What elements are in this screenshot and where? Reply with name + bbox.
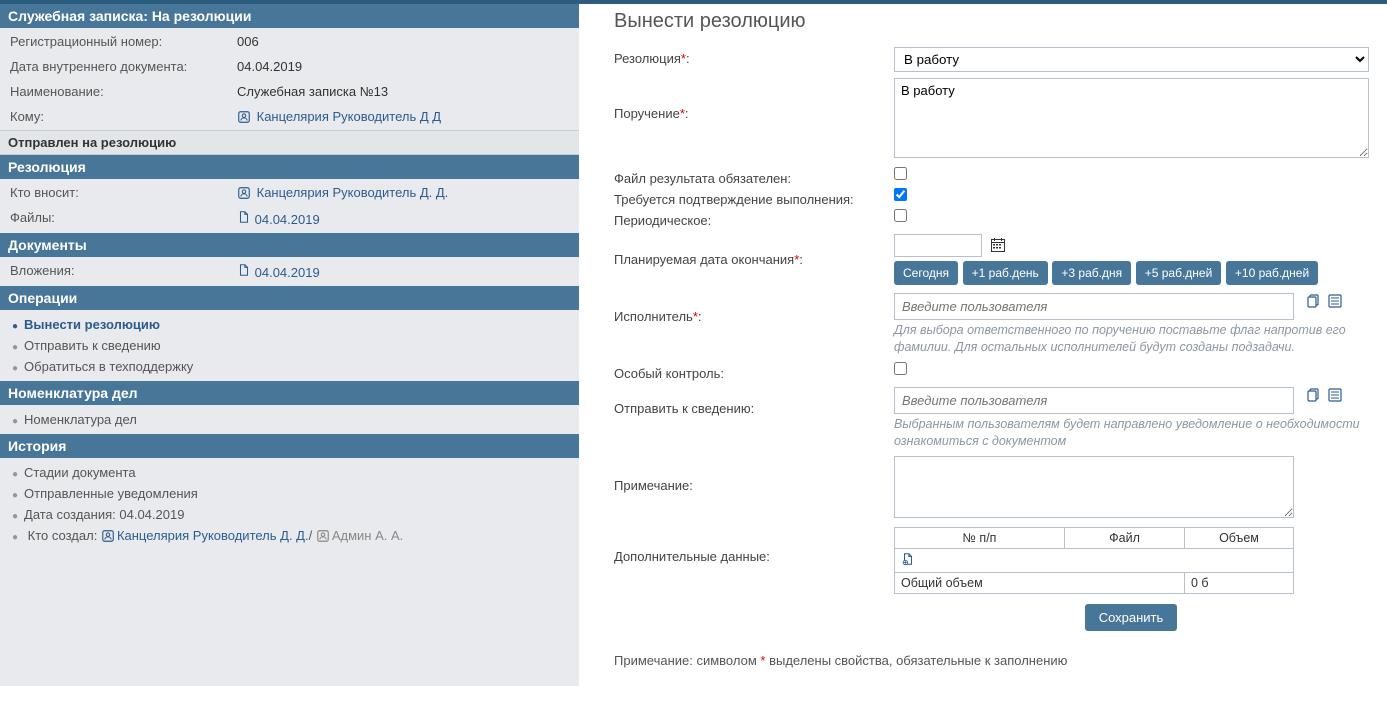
- footnote: Примечание: символом * выделены свойства…: [614, 653, 1369, 668]
- resolution-label: Резолюция: [614, 51, 681, 66]
- history-stages[interactable]: Стадии документа: [0, 462, 579, 483]
- user-icon: [237, 186, 251, 200]
- date-btn-plus5[interactable]: +5 раб.дней: [1136, 261, 1222, 285]
- doc-info-table: Регистрационный номер:006 Дата внутренне…: [0, 28, 579, 130]
- file-required-label: Файл результата обязателен:: [614, 167, 894, 186]
- created-by-link-2[interactable]: Админ А. А.: [312, 528, 403, 543]
- executor-hint: Для выбора ответственного по поручению п…: [894, 322, 1369, 356]
- list-icon[interactable]: [1327, 297, 1343, 312]
- operations-header: Операции: [0, 286, 579, 310]
- user-icon: [316, 529, 330, 543]
- nomenclature-header: Номенклатура дел: [0, 381, 579, 405]
- file-icon: [237, 265, 251, 280]
- calendar-icon[interactable]: [990, 237, 1006, 256]
- history-header: История: [0, 434, 579, 458]
- date-btn-plus3[interactable]: +3 раб.дня: [1052, 261, 1131, 285]
- history-created-by: Кто создал: Канцелярия Руководитель Д. Д…: [0, 525, 579, 546]
- reg-num: 006: [229, 30, 577, 53]
- doc-date-label: Дата внутреннего документа:: [2, 55, 227, 78]
- copy-icon[interactable]: [1306, 297, 1322, 312]
- doc-date: 04.04.2019: [229, 55, 577, 78]
- doc-header: Служебная записка: На резолюции: [0, 4, 579, 28]
- add-total-label: Общий объем: [895, 572, 1185, 593]
- send-info-input[interactable]: [894, 387, 1294, 414]
- additional-label: Дополнительные данные:: [614, 527, 894, 564]
- history-created-date: Дата создания: 04.04.2019: [0, 504, 579, 525]
- executor-input[interactable]: [894, 293, 1294, 320]
- file-required-checkbox[interactable]: [894, 167, 907, 180]
- note-textarea[interactable]: [894, 456, 1294, 518]
- created-by-link-1[interactable]: Канцелярия Руководитель Д. Д.: [101, 528, 309, 543]
- additional-table: № п/п Файл Объем Общий объем 0 б: [894, 527, 1294, 594]
- reg-num-label: Регистрационный номер:: [2, 30, 227, 53]
- assignment-textarea[interactable]: В работу: [894, 78, 1369, 158]
- save-button[interactable]: Сохранить: [1085, 604, 1178, 631]
- who-link[interactable]: Канцелярия Руководитель Д. Д.: [237, 185, 448, 200]
- nomenclature-item[interactable]: Номенклатура дел: [0, 409, 579, 430]
- documents-header: Документы: [0, 233, 579, 257]
- op-resolve[interactable]: Вынести резолюцию: [0, 314, 579, 335]
- operations-list: Вынести резолюцию Отправить к сведению О…: [0, 310, 579, 381]
- resolution-select[interactable]: В работу: [894, 47, 1369, 72]
- date-btn-plus1[interactable]: +1 раб.день: [963, 261, 1048, 285]
- periodic-label: Периодическое:: [614, 209, 894, 228]
- file-icon: [237, 212, 251, 227]
- list-icon[interactable]: [1327, 391, 1343, 406]
- op-support[interactable]: Обратиться в техподдержку: [0, 356, 579, 377]
- resolution-header: Резолюция: [0, 155, 579, 179]
- special-control-label: Особый контроль:: [614, 362, 894, 381]
- date-btn-plus10[interactable]: +10 раб.дней: [1226, 261, 1318, 285]
- user-icon: [237, 110, 251, 124]
- history-notifications[interactable]: Отправленные уведомления: [0, 483, 579, 504]
- add-total-val: 0 б: [1185, 572, 1294, 593]
- copy-icon[interactable]: [1306, 391, 1322, 406]
- assignment-label: Поручение: [614, 106, 680, 121]
- add-th-num: № п/п: [895, 527, 1065, 548]
- files-label: Файлы:: [2, 206, 227, 231]
- to-link[interactable]: Канцелярия Руководитель Д Д: [237, 109, 441, 124]
- date-btn-today[interactable]: Сегодня: [894, 261, 958, 285]
- executor-label: Исполнитель: [614, 309, 693, 324]
- special-control-checkbox[interactable]: [894, 362, 907, 375]
- attachments-link[interactable]: 04.04.2019: [237, 265, 320, 280]
- doc-name-label: Наименование:: [2, 80, 227, 103]
- add-th-file: Файл: [1065, 527, 1185, 548]
- confirm-checkbox[interactable]: [894, 188, 907, 201]
- note-label: Примечание:: [614, 456, 894, 493]
- right-panel: Вынести резолюцию Резолюция*: В работу П…: [579, 4, 1387, 686]
- doc-name: Служебная записка №13: [229, 80, 577, 103]
- sent-header: Отправлен на резолюцию: [0, 130, 579, 155]
- planned-date-label: Планируемая дата окончания: [614, 252, 794, 267]
- op-send-info[interactable]: Отправить к сведению: [0, 335, 579, 356]
- confirm-label: Требуется подтверждение выполнения:: [614, 188, 894, 207]
- periodic-checkbox[interactable]: [894, 209, 907, 222]
- to-label: Кому:: [2, 105, 227, 128]
- add-file-icon[interactable]: [901, 555, 915, 569]
- files-link[interactable]: 04.04.2019: [237, 212, 320, 227]
- left-panel: Служебная записка: На резолюции Регистра…: [0, 4, 579, 686]
- send-info-label: Отправить к сведению:: [614, 387, 894, 416]
- planned-date-input[interactable]: [894, 234, 982, 257]
- add-th-vol: Объем: [1185, 527, 1294, 548]
- user-icon: [101, 529, 115, 543]
- send-info-hint: Выбранным пользователям будет направлено…: [894, 416, 1369, 450]
- page-title: Вынести резолюцию: [614, 4, 1369, 47]
- who-label: Кто вносит:: [2, 181, 227, 204]
- attachments-label: Вложения:: [2, 259, 227, 284]
